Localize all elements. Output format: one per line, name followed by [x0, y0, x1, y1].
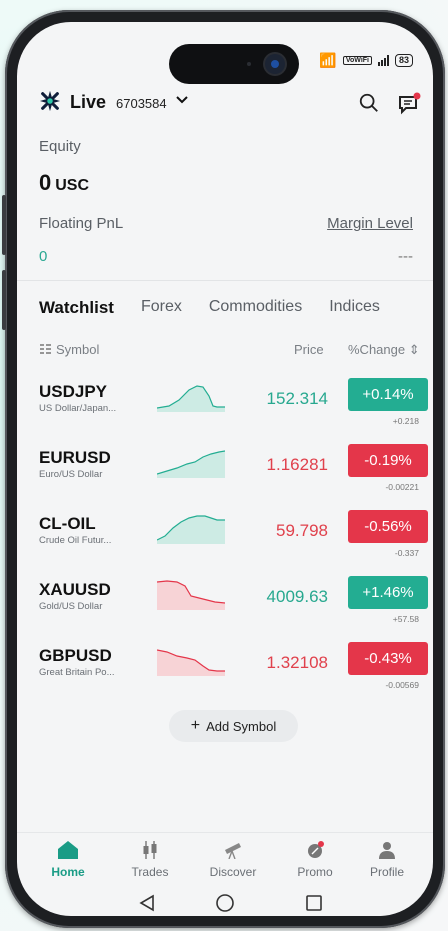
symbol-name: Crude Oil Futur...: [39, 535, 112, 546]
symbol-code: EURUSD: [39, 448, 111, 467]
messages-icon[interactable]: [397, 92, 421, 116]
system-navigation: [139, 894, 322, 912]
tab-commodities[interactable]: Commodities: [209, 298, 302, 318]
tab-watchlist[interactable]: Watchlist: [39, 298, 114, 318]
home-circle-icon[interactable]: [216, 894, 234, 912]
divider: [17, 280, 433, 281]
status-bar: 📶 VoWiFi 83: [319, 52, 413, 69]
change-badge: +0.14%: [348, 378, 428, 411]
chevron-down-icon[interactable]: [175, 95, 189, 105]
camera-lens: [265, 54, 285, 74]
nav-trades[interactable]: Trades: [110, 841, 190, 879]
wifi-icon: 📶: [319, 52, 337, 68]
nav-label: Profile: [369, 865, 404, 879]
nav-label: Trades: [131, 865, 169, 879]
change-absolute: -0.00221: [385, 482, 419, 492]
change-badge: -0.56%: [348, 510, 428, 543]
nav-profile[interactable]: Profile: [347, 841, 427, 879]
nav-label: Home: [51, 865, 85, 879]
watchlist-row[interactable]: EURUSD Euro/US Dollar 1.16281 -0.19% -0.…: [17, 444, 433, 508]
watchlist-row[interactable]: CL-OIL Crude Oil Futur... 59.798 -0.56% …: [17, 510, 433, 574]
nav-discover[interactable]: Discover: [193, 841, 273, 879]
vowifi-badge: VoWiFi: [342, 56, 372, 65]
change-badge: +1.46%: [348, 576, 428, 609]
home-icon: [58, 841, 78, 859]
add-symbol-label: Add Symbol: [206, 718, 277, 734]
back-icon[interactable]: [139, 894, 154, 912]
symbol-code: GBPUSD: [39, 646, 112, 665]
sort-arrows-icon: ⇕: [408, 342, 420, 357]
tab-forex[interactable]: Forex: [141, 298, 182, 318]
margin-level-value: ---: [398, 248, 413, 265]
sparkline-chart: [157, 385, 225, 412]
floating-pnl-label: Floating PnL: [39, 215, 124, 232]
change-absolute: +57.58: [392, 614, 419, 624]
recents-icon[interactable]: [306, 895, 322, 911]
price-value: 59.798: [276, 521, 328, 540]
change-badge: -0.43%: [348, 642, 428, 675]
account-number[interactable]: 6703584: [116, 96, 167, 111]
plus-icon: +: [190, 717, 201, 734]
symbol-code: XAUUSD: [39, 580, 111, 599]
change-absolute: -0.00569: [385, 680, 419, 690]
telescope-icon: [225, 843, 241, 859]
price-value: 4009.63: [266, 587, 328, 606]
watchlist-row[interactable]: USDJPY US Dollar/Japan... 152.314 +0.14%…: [17, 378, 433, 442]
symbol-name: Gold/US Dollar: [39, 601, 103, 612]
symbol-column-header[interactable]: Symbol: [39, 342, 99, 357]
sensor-dot: [247, 62, 251, 66]
change-absolute: -0.337: [394, 548, 419, 558]
account-mode[interactable]: Live: [70, 92, 106, 113]
bottom-navigation: Home Trades Discover Promo Profile: [17, 832, 433, 885]
volume-button: [2, 195, 6, 255]
nav-promo[interactable]: Promo: [275, 841, 355, 879]
trades-icon: [143, 841, 157, 859]
market-tabs: Watchlist Forex Commodities Indices: [39, 298, 407, 318]
tab-indices[interactable]: Indices: [329, 298, 380, 318]
promo-icon: [308, 841, 324, 858]
sparkline-chart: [157, 649, 225, 676]
app-screen: 📶 VoWiFi 83 Live 6703584 Equity 0 USC Flo…: [17, 22, 433, 916]
equity-label: Equity: [39, 138, 81, 155]
change-column-header[interactable]: %Change ⇕: [348, 342, 420, 358]
brand-logo-icon[interactable]: [39, 90, 61, 112]
symbol-name: Euro/US Dollar: [39, 469, 103, 480]
change-absolute: +0.218: [392, 416, 419, 426]
sparkline-chart: [157, 580, 225, 610]
symbol-name: Great Britain Po...: [39, 667, 115, 678]
equity-value: 0 USC: [39, 170, 90, 195]
search-icon[interactable]: [358, 92, 380, 114]
battery-indicator: 83: [394, 54, 413, 67]
margin-level-link[interactable]: Margin Level: [327, 215, 413, 232]
add-symbol-button[interactable]: + Add Symbol: [169, 710, 298, 742]
price-value: 1.32108: [266, 653, 328, 672]
watchlist-row[interactable]: GBPUSD Great Britain Po... 1.32108 -0.43…: [17, 642, 433, 706]
floating-pnl-value: 0: [39, 248, 48, 265]
nav-label: Promo: [297, 865, 333, 879]
sparkline-chart: [157, 515, 225, 544]
nav-label: Discover: [209, 865, 257, 879]
phone-frame: 📶 VoWiFi 83 Live 6703584 Equity 0 USC Flo…: [2, 10, 445, 928]
sort-list-icon: [40, 344, 51, 354]
camera-notch: [169, 44, 299, 84]
sparkline-chart: [157, 450, 225, 478]
symbol-name: US Dollar/Japan...: [39, 403, 117, 414]
watchlist-row[interactable]: XAUUSD Gold/US Dollar 4009.63 +1.46% +57…: [17, 576, 433, 640]
price-value: 1.16281: [266, 455, 328, 474]
symbol-code: CL-OIL: [39, 514, 96, 533]
symbol-code: USDJPY: [39, 382, 108, 401]
change-badge: -0.19%: [348, 444, 428, 477]
nav-home[interactable]: Home: [28, 841, 108, 879]
volume-button: [2, 270, 6, 330]
price-value: 152.314: [266, 389, 328, 408]
signal-icon: [377, 55, 389, 66]
price-column-header: Price: [294, 342, 324, 357]
profile-icon: [379, 842, 395, 859]
